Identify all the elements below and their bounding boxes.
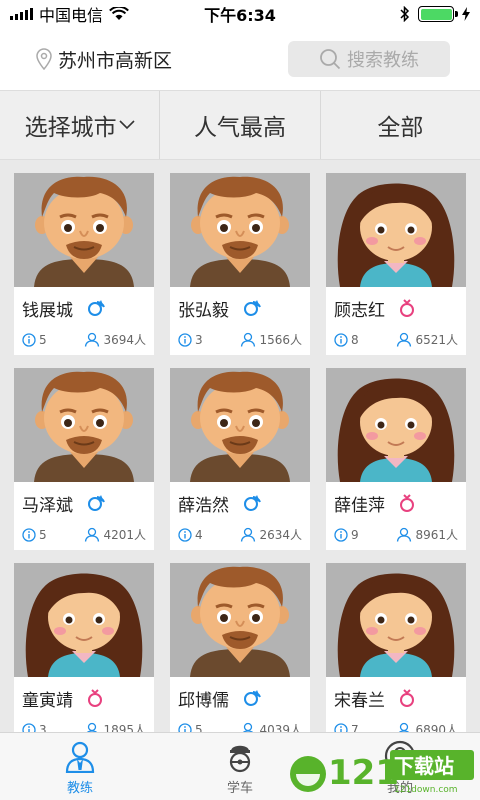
watermark-number: 121 — [328, 753, 399, 793]
avatar — [14, 173, 154, 287]
coach-name: 马泽斌 — [22, 495, 73, 516]
avatar — [326, 563, 466, 677]
students-icon — [241, 527, 256, 542]
students-icon — [85, 527, 100, 542]
avatar — [326, 173, 466, 287]
search-placeholder: 搜索教练 — [347, 50, 419, 71]
filter-city[interactable]: 选择城市 — [0, 91, 161, 159]
coach-level: 4 — [195, 527, 203, 542]
coach-card[interactable]: 童寅靖 3 1895人 — [14, 563, 154, 745]
coach-name: 童寅靖 — [22, 690, 73, 711]
coach-card[interactable]: 宋春兰 7 6890人 — [326, 563, 466, 745]
charging-icon — [462, 7, 470, 21]
coach-students: 3694人 — [103, 333, 146, 347]
location-selector[interactable]: 苏州市高新区 — [36, 46, 288, 73]
avatar — [170, 173, 310, 287]
watermark-url: 121down.com — [394, 785, 458, 795]
coach-card[interactable]: 顾志红 8 6521人 — [326, 173, 466, 355]
coach-card[interactable]: 马泽斌 5 4201人 — [14, 368, 154, 550]
coach-name: 张弘毅 — [178, 300, 229, 321]
tab-coach[interactable]: 教练 — [0, 733, 160, 800]
bluetooth-icon — [400, 6, 410, 22]
status-time: 下午6:34 — [204, 6, 276, 25]
male-icon — [244, 300, 261, 316]
location-pin-icon — [36, 48, 52, 70]
status-bar: 中国电信 下午6:34 — [0, 0, 480, 28]
avatar — [14, 368, 154, 482]
male-icon — [88, 300, 105, 316]
coach-students: 1566人 — [259, 333, 302, 347]
search-icon — [320, 49, 341, 70]
filter-bar: 选择城市 人气最高 全部 — [0, 90, 480, 160]
avatar — [170, 563, 310, 677]
coach-name: 顾志红 — [334, 300, 385, 321]
level-info-icon — [22, 332, 36, 347]
students-icon — [397, 527, 412, 542]
carrier-label: 中国电信 — [39, 6, 104, 25]
male-icon — [88, 495, 105, 511]
coach-name: 邱博儒 — [178, 690, 229, 711]
tab-driving-label: 学车 — [226, 781, 253, 796]
location-label: 苏州市高新区 — [58, 49, 173, 72]
watermark-sub: 下载站 — [394, 754, 454, 778]
students-icon — [397, 332, 412, 347]
coach-students: 6521人 — [415, 333, 458, 347]
male-icon — [244, 690, 261, 706]
coach-students: 4201人 — [103, 528, 146, 542]
tab-coach-label: 教练 — [66, 781, 93, 796]
coach-students: 2634人 — [259, 528, 302, 542]
female-icon — [88, 689, 102, 707]
coach-name: 钱展城 — [22, 300, 73, 321]
filter-all[interactable]: 全部 — [321, 91, 480, 159]
coach-card[interactable]: 薛浩然 4 2634人 — [170, 368, 310, 550]
female-icon — [400, 494, 414, 512]
coach-level: 8 — [351, 332, 359, 347]
coach-students: 8961人 — [415, 528, 458, 542]
filter-popularity-label: 人气最高 — [193, 115, 286, 141]
level-info-icon — [178, 332, 192, 347]
male-icon — [244, 495, 261, 511]
coach-name: 薛佳萍 — [334, 495, 385, 516]
students-icon — [241, 332, 256, 347]
signal-icon — [10, 8, 33, 20]
filter-all-label: 全部 — [377, 115, 424, 141]
coach-level: 3 — [195, 332, 203, 347]
coach-level: 9 — [351, 527, 359, 542]
chevron-down-icon — [119, 120, 135, 130]
level-info-icon — [22, 527, 36, 542]
coach-card[interactable]: 邱博儒 5 4039人 — [170, 563, 310, 745]
wifi-icon — [109, 7, 129, 20]
avatar — [170, 368, 310, 482]
avatar — [326, 368, 466, 482]
coach-name: 宋春兰 — [334, 690, 385, 711]
filter-city-label: 选择城市 — [24, 115, 117, 141]
coach-icon — [65, 741, 95, 773]
coach-card[interactable]: 张弘毅 3 1566人 — [170, 173, 310, 355]
female-icon — [400, 299, 414, 317]
watermark-logo: 121 下载站 121down.com — [290, 750, 474, 795]
students-icon — [85, 332, 100, 347]
female-icon — [400, 689, 414, 707]
avatar — [14, 563, 154, 677]
search-input[interactable]: 搜索教练 — [288, 41, 450, 77]
coach-level: 5 — [39, 332, 47, 347]
top-bar: 苏州市高新区 搜索教练 — [0, 28, 480, 90]
coach-card[interactable]: 薛佳萍 9 8961人 — [326, 368, 466, 550]
coach-level: 5 — [39, 527, 47, 542]
filter-popularity[interactable]: 人气最高 — [160, 91, 321, 159]
coach-name: 薛浩然 — [178, 495, 229, 516]
level-info-icon — [334, 527, 348, 542]
driving-icon — [229, 745, 251, 773]
coach-card[interactable]: 钱展城 5 3694人 — [14, 173, 154, 355]
battery-icon — [418, 6, 458, 22]
level-info-icon — [178, 527, 192, 542]
level-info-icon — [334, 332, 348, 347]
